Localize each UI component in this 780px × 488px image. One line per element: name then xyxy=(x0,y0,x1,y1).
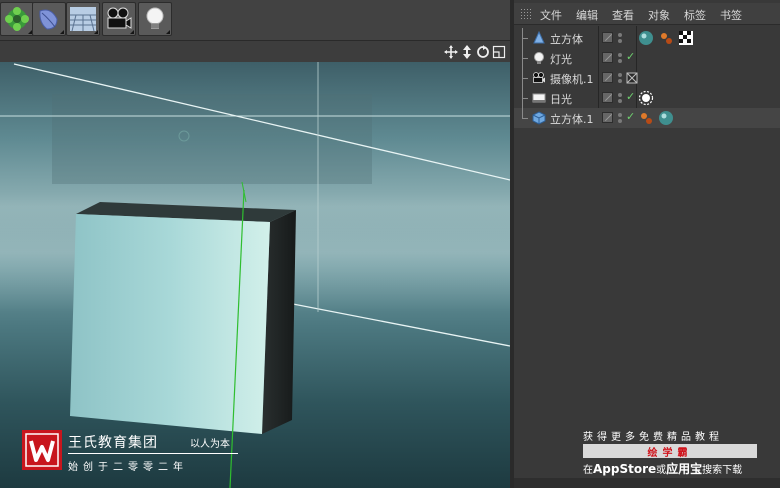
menu-objects[interactable]: 对象 xyxy=(648,7,670,23)
ad-headline: 获得更多免费精品教程 xyxy=(583,432,723,443)
enabled-check-icon[interactable]: ✓ xyxy=(626,90,635,103)
ad-mid: 或 xyxy=(656,465,667,476)
object-row-camera[interactable]: 摄像机.1 xyxy=(514,68,780,88)
watermark-slogan: 以人为本 xyxy=(190,439,230,450)
tree-connector xyxy=(518,108,528,128)
enabled-check-icon[interactable]: ✓ xyxy=(626,110,635,123)
expand-corner-icon xyxy=(94,30,98,34)
visibility-dots[interactable] xyxy=(617,91,623,105)
ad-prefix: 在 xyxy=(583,465,593,476)
main-toolbar xyxy=(0,0,510,40)
visibility-dots[interactable] xyxy=(617,71,623,85)
zoom-view-icon[interactable] xyxy=(460,45,474,59)
light-bulb-icon xyxy=(534,52,544,64)
layer-swatch[interactable] xyxy=(602,112,613,123)
visibility-dots[interactable] xyxy=(617,31,623,45)
company-logo xyxy=(22,430,62,470)
sun-light-icon xyxy=(532,93,546,103)
cone-icon xyxy=(533,31,545,44)
object-row-sun[interactable]: 日光 ✓ xyxy=(514,88,780,108)
deformer-button[interactable] xyxy=(32,2,66,36)
menu-bookmarks[interactable]: 书签 xyxy=(720,7,742,23)
cube-icon xyxy=(532,111,546,125)
sun-tag-icon[interactable] xyxy=(638,90,654,106)
move-view-icon[interactable] xyxy=(444,45,458,59)
visibility-dots[interactable] xyxy=(617,111,623,125)
object-manager-scrollbar[interactable] xyxy=(514,478,780,488)
menu-file[interactable]: 文件 xyxy=(540,7,562,23)
tree-connector xyxy=(518,88,528,108)
tree-connector xyxy=(518,28,528,48)
expand-corner-icon xyxy=(60,30,64,34)
ad-store-2: 应用宝 xyxy=(666,462,703,476)
object-label: 立方体.1 xyxy=(550,113,594,126)
viewport-scene xyxy=(0,62,510,488)
3d-viewport[interactable] xyxy=(0,62,510,488)
object-label: 摄像机.1 xyxy=(550,73,594,86)
panel-grip-icon[interactable] xyxy=(520,8,532,20)
object-label: 日光 xyxy=(550,93,572,106)
object-manager-menubar: 文件 编辑 查看 对象 标签 书签 xyxy=(514,3,780,25)
environment-floor-button[interactable] xyxy=(66,2,100,36)
layer-swatch[interactable] xyxy=(602,92,613,103)
ad-store-1: AppStore xyxy=(593,462,657,476)
watermark-title: 王氏教育集团 xyxy=(68,435,158,451)
watermark-divider xyxy=(68,453,238,454)
ad-download-text: 在AppStore或应用宝搜索下载 xyxy=(583,460,742,477)
object-label: 立方体 xyxy=(550,33,583,46)
watermark-subtitle: 始创于二零零二年 xyxy=(68,462,188,473)
object-row-cube[interactable]: 立方体 xyxy=(514,28,780,48)
material-sphere-icon[interactable] xyxy=(658,110,674,126)
floor-grid-icon xyxy=(70,7,96,32)
expand-corner-icon xyxy=(166,30,170,34)
camera-icon xyxy=(533,72,545,83)
blue-leaf-icon xyxy=(39,9,58,30)
mograph-cloner-button[interactable] xyxy=(0,2,34,36)
object-row-light[interactable]: 灯光 ✓ xyxy=(514,48,780,68)
light-button[interactable] xyxy=(138,2,172,36)
object-label: 灯光 xyxy=(550,53,572,66)
rotate-view-icon[interactable] xyxy=(476,45,490,59)
viewport-header xyxy=(0,40,510,62)
layer-swatch[interactable] xyxy=(602,52,613,63)
object-row-cube-1[interactable]: 立方体.1 ✓ xyxy=(514,108,780,128)
object-manager: 文件 编辑 查看 对象 标签 书签 立方体 灯光 ✓ 摄像机.1 日光 ✓ 立方… xyxy=(514,0,780,488)
cinema4d-window: { "app": "Cinema 4D", "toolbar": { "butt… xyxy=(0,0,780,488)
ad-suffix: 搜索下载 xyxy=(702,465,743,476)
visibility-dots[interactable] xyxy=(617,51,623,65)
protection-tag-icon[interactable] xyxy=(624,70,640,86)
enabled-check-icon[interactable]: ✓ xyxy=(626,50,635,63)
cube-front-face xyxy=(70,214,270,434)
texture-dots-icon[interactable] xyxy=(658,30,674,46)
menu-tags[interactable]: 标签 xyxy=(684,7,706,23)
light-bulb-icon xyxy=(146,7,164,29)
camera-button[interactable] xyxy=(102,2,136,36)
maximize-view-icon[interactable] xyxy=(492,45,506,59)
tree-connector xyxy=(518,48,528,68)
material-sphere-icon[interactable] xyxy=(638,30,654,46)
background-plane xyxy=(52,94,372,184)
layer-swatch[interactable] xyxy=(602,32,613,43)
film-camera-icon xyxy=(107,7,132,29)
expand-corner-icon xyxy=(130,30,134,34)
tree-connector xyxy=(518,68,528,88)
ad-brand-name: 绘学霸 xyxy=(647,448,693,459)
w-logo-icon xyxy=(25,433,59,467)
checkerboard-tag-icon[interactable] xyxy=(678,30,694,46)
layer-swatch[interactable] xyxy=(602,72,613,83)
green-gear-icon xyxy=(5,7,29,31)
texture-dots-icon[interactable] xyxy=(638,110,654,126)
menu-view[interactable]: 查看 xyxy=(612,7,634,23)
menu-edit[interactable]: 编辑 xyxy=(576,7,598,23)
ad-brand-bar: 绘学霸 xyxy=(583,444,757,459)
